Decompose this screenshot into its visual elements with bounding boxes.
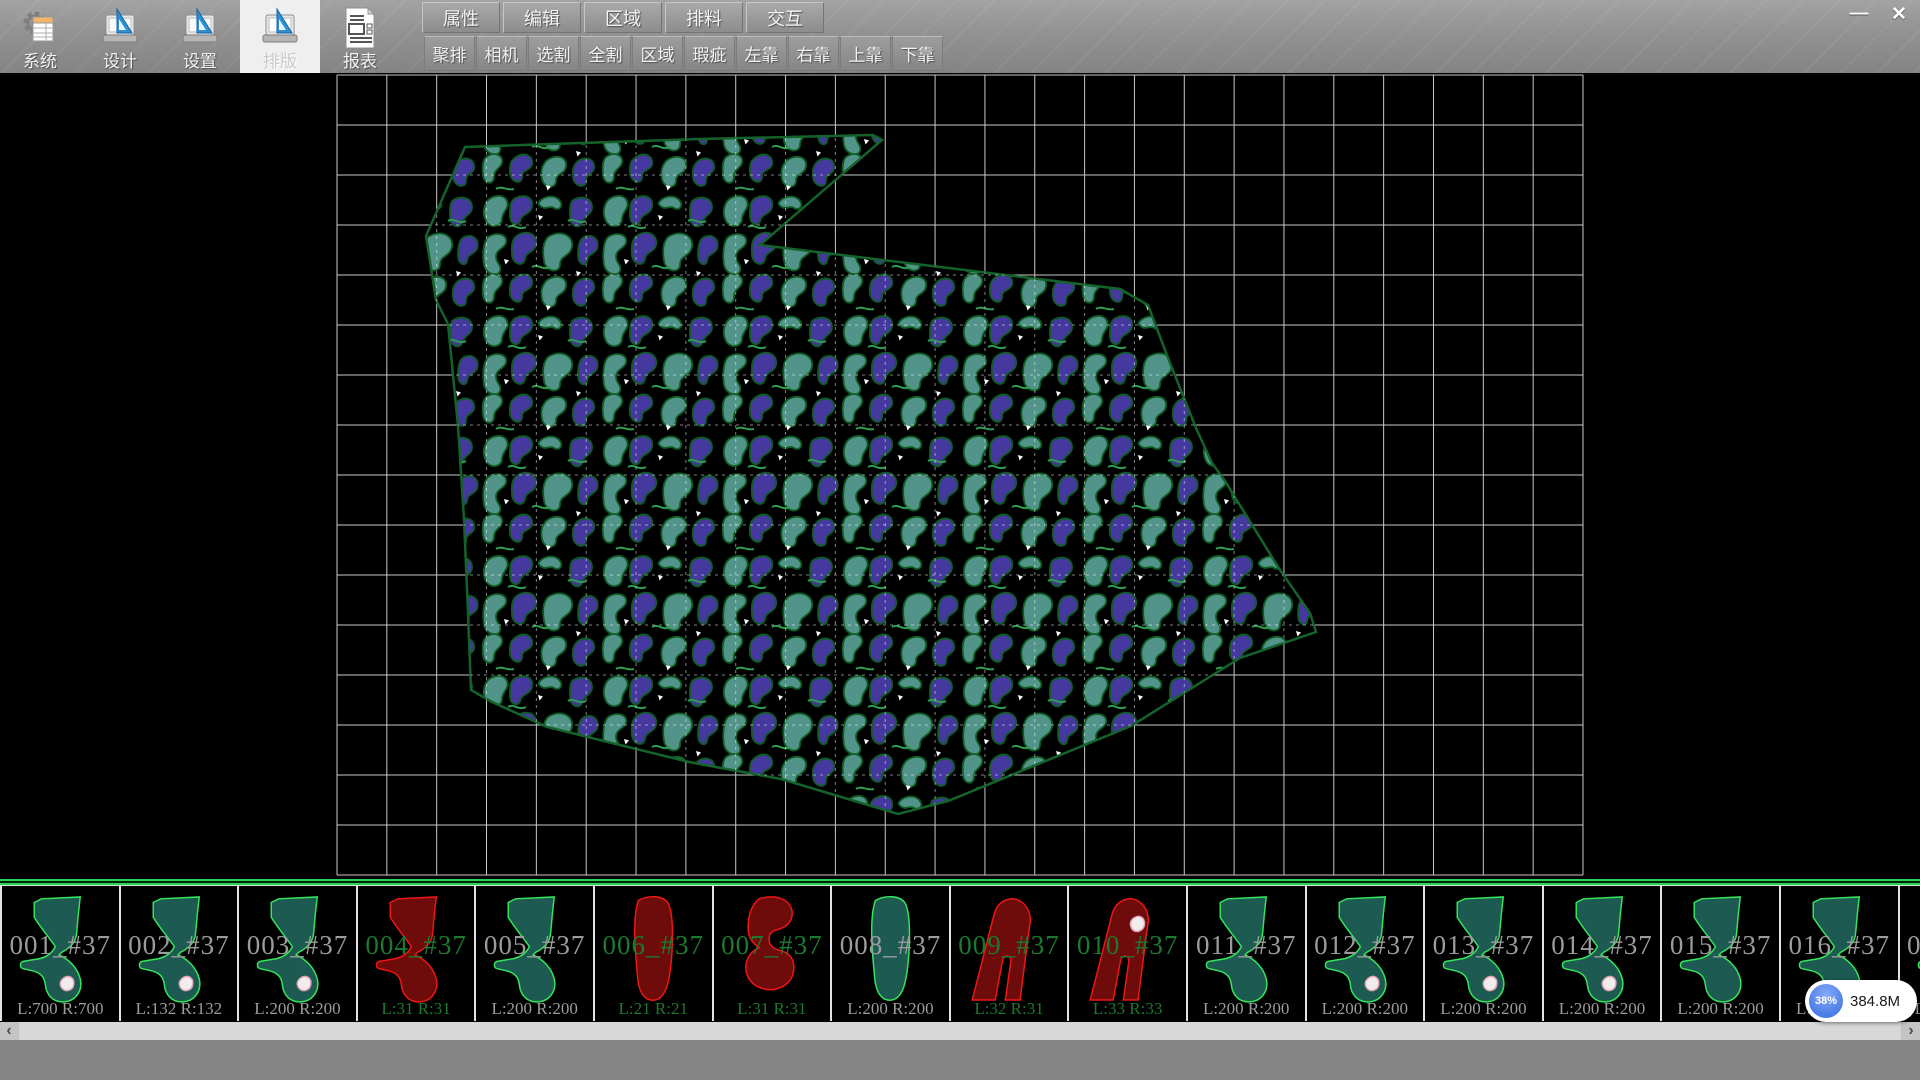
piece-id-label: 015_#37 [1662, 930, 1779, 961]
mode-label: 排版 [263, 51, 297, 73]
report-doc-icon [338, 5, 382, 51]
mode-button-settings[interactable]: 设置 [160, 0, 240, 73]
menu-edit[interactable]: 编辑 [503, 2, 581, 33]
piece-id-label: 002_#37 [121, 930, 238, 961]
top-toolbar: 系统 设计 [0, 0, 1920, 74]
piece-lr-count: L:132 R:132 [121, 999, 238, 1019]
piece-thumbnail[interactable]: 010_#37 L:33 R:33 [1067, 886, 1186, 1022]
piece-thumbnail[interactable]: 004_#37 L:31 R:31 [356, 886, 475, 1022]
scroll-left-arrow[interactable]: ‹ [0, 1022, 18, 1040]
piece-thumbnail-strip: 001_#37 L:700 R:700 002_#37 L:132 R:132 … [0, 885, 1920, 1022]
mode-button-design[interactable]: 设计 [80, 0, 160, 73]
piece-lr-count: L:200 R:200 [1544, 999, 1661, 1019]
tool-camera[interactable]: 相机 [476, 36, 527, 71]
piece-thumbnail[interactable]: 014_#37 L:200 R:200 [1542, 886, 1661, 1022]
design-ruler-icon [98, 5, 142, 51]
piece-id-label: 008_#37 [832, 930, 949, 961]
mode-label: 系统 [23, 51, 57, 73]
horizontal-scrollbar[interactable]: ‹ › [0, 1022, 1920, 1040]
menu-bar: 属性 编辑 区域 排料 交互 [422, 2, 824, 33]
scroll-right-arrow[interactable]: › [1902, 1022, 1920, 1040]
piece-lr-count: L:200 R:200 [1425, 999, 1542, 1019]
nesting-canvas[interactable] [0, 73, 1920, 879]
tool-bar: 聚排 相机 选割 全割 区域 瑕疵 左靠 右靠 上靠 下靠 [424, 36, 943, 71]
piece-thumbnail[interactable]: 012_#37 L:200 R:200 [1305, 886, 1424, 1022]
window-controls: — ✕ [1844, 2, 1914, 26]
system-gear-icon [20, 5, 60, 51]
scrollbar-thumb[interactable] [18, 1022, 1902, 1040]
tool-cluster-nest[interactable]: 聚排 [424, 36, 475, 71]
piece-id-label: 004_#37 [358, 930, 475, 961]
piece-thumbnail[interactable]: 002_#37 L:132 R:132 [119, 886, 238, 1022]
tool-align-bottom[interactable]: 下靠 [892, 36, 943, 71]
piece-thumbnail[interactable]: 008_#37 L:200 R:200 [830, 886, 949, 1022]
app-window: 系统 设计 [0, 0, 1920, 1080]
piece-thumbnail[interactable]: 011_#37 L:200 R:200 [1186, 886, 1305, 1022]
memory-size-label: 384.8M [1850, 993, 1900, 1010]
piece-lr-count: L:700 R:700 [2, 999, 119, 1019]
mode-label: 设计 [103, 51, 137, 73]
tool-align-left[interactable]: 左靠 [736, 36, 787, 71]
menu-region[interactable]: 区域 [584, 2, 662, 33]
tool-align-top[interactable]: 上靠 [840, 36, 891, 71]
menu-interaction[interactable]: 交互 [746, 2, 824, 33]
menu-nesting[interactable]: 排料 [665, 2, 743, 33]
piece-thumbnail[interactable]: 009_#37 L:32 R:31 [949, 886, 1068, 1022]
piece-id-label: 003_#37 [239, 930, 356, 961]
status-bar [0, 1040, 1920, 1080]
piece-id-label: 016_#37 [1781, 930, 1898, 961]
piece-id-label: 005_#37 [476, 930, 593, 961]
piece-thumbnail[interactable]: 005_#37 L:200 R:200 [474, 886, 593, 1022]
piece-lr-count: L:32 R:31 [951, 999, 1068, 1019]
piece-thumbnail[interactable]: 013_#37 L:200 R:200 [1423, 886, 1542, 1022]
piece-lr-count: L:21 R:21 [595, 999, 712, 1019]
piece-lr-count: L:200 R:200 [1188, 999, 1305, 1019]
piece-lr-count: L:31 R:31 [714, 999, 831, 1019]
progress-percent-badge: 38% [1809, 984, 1843, 1018]
piece-id-label: 014_#37 [1544, 930, 1661, 961]
piece-id-label: 012_#37 [1307, 930, 1424, 961]
menu-properties[interactable]: 属性 [422, 2, 500, 33]
tool-select-cut[interactable]: 选割 [528, 36, 579, 71]
mode-button-bar: 系统 设计 [0, 0, 400, 73]
piece-lr-count: L:200 R:200 [476, 999, 593, 1019]
piece-lr-count: L:31 R:31 [358, 999, 475, 1019]
piece-lr-count: L:200 R:200 [1662, 999, 1779, 1019]
piece-thumbnail[interactable]: 001_#37 L:700 R:700 [0, 886, 119, 1022]
mode-button-nesting-active[interactable]: 排版 [240, 0, 320, 73]
nesting-ruler-icon [258, 5, 302, 51]
tool-cut-all[interactable]: 全割 [580, 36, 631, 71]
close-button[interactable]: ✕ [1884, 2, 1914, 26]
mode-label: 报表 [343, 51, 377, 73]
mode-label: 设置 [183, 51, 217, 73]
piece-thumbnail[interactable]: 015_#37 L:200 R:200 [1660, 886, 1779, 1022]
tool-defect[interactable]: 瑕疵 [684, 36, 735, 71]
piece-id-label: 013_#37 [1425, 930, 1542, 961]
mode-button-system[interactable]: 系统 [0, 0, 80, 73]
minimize-button[interactable]: — [1844, 2, 1874, 26]
tool-align-right[interactable]: 右靠 [788, 36, 839, 71]
piece-lr-count: L:200 R:200 [1307, 999, 1424, 1019]
piece-id-label: 006_#37 [595, 930, 712, 961]
piece-lr-count: L:200 R:200 [832, 999, 949, 1019]
piece-thumbnail[interactable]: 007_#37 L:31 R:31 [712, 886, 831, 1022]
settings-ruler-icon [178, 5, 222, 51]
mode-button-report[interactable]: 报表 [320, 0, 400, 73]
memory-progress-pill[interactable]: 38% 384.8M [1805, 980, 1917, 1022]
piece-id-label: 009_#37 [951, 930, 1068, 961]
piece-thumbnail[interactable]: 006_#37 L:21 R:21 [593, 886, 712, 1022]
piece-lr-count: L:200 R:200 [239, 999, 356, 1019]
piece-id-label: 010_#37 [1069, 930, 1186, 961]
piece-id-label: 017_#37 [1900, 930, 1920, 961]
piece-thumbnail[interactable]: 003_#37 L:200 R:200 [237, 886, 356, 1022]
piece-id-label: 007_#37 [714, 930, 831, 961]
tool-region[interactable]: 区域 [632, 36, 683, 71]
piece-lr-count: L:33 R:33 [1069, 999, 1186, 1019]
piece-id-label: 011_#37 [1188, 930, 1305, 961]
piece-id-label: 001_#37 [2, 930, 119, 961]
